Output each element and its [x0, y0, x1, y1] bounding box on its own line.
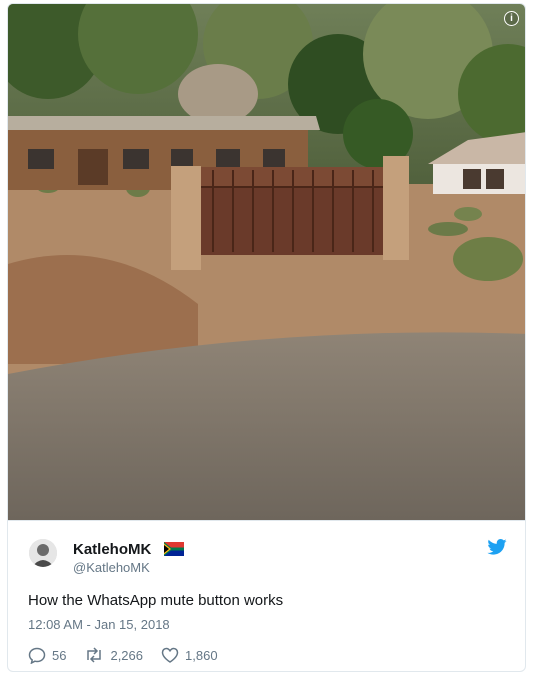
tweet-actions: 56 2,266 1,860 — [28, 646, 236, 664]
like-count: 1,860 — [185, 647, 218, 663]
tweet-timestamp[interactable]: 12:08 AM - Jan 15, 2018 — [28, 617, 170, 632]
retweet-count: 2,266 — [110, 647, 144, 663]
user-handle[interactable]: @KatlehoMK — [73, 560, 150, 575]
display-name[interactable]: KatlehoMK — [73, 541, 151, 558]
avatar[interactable] — [29, 539, 57, 567]
heart-icon — [161, 647, 179, 663]
like-button[interactable]: 1,860 — [161, 647, 218, 663]
tweet-meta: KatlehoMK @KatlehoMK How the WhatsApp mu… — [8, 520, 525, 671]
tweet-photo[interactable]: i — [8, 4, 525, 520]
retweet-icon — [87, 647, 102, 663]
tweet-card: i KatlehoMK @KatlehoMK How the WhatsApp … — [7, 3, 526, 672]
reply-count: 56 — [52, 647, 67, 663]
info-icon[interactable]: i — [504, 11, 519, 26]
tweet-text: How the WhatsApp mute button works — [28, 592, 284, 609]
twitter-bird-icon[interactable] — [487, 539, 507, 555]
reply-icon — [28, 647, 46, 664]
retweet-button[interactable]: 2,266 — [84, 647, 143, 663]
south-africa-flag-icon — [164, 542, 184, 556]
reply-button[interactable]: 56 — [28, 647, 66, 664]
photo-gate-scene — [8, 4, 525, 520]
